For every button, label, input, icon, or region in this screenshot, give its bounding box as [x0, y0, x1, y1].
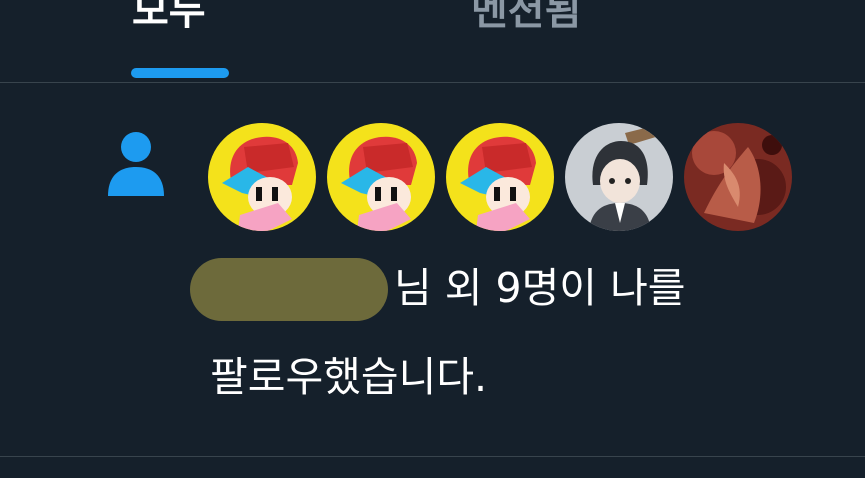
follower-avatar[interactable] — [565, 123, 673, 231]
tab-mentions[interactable]: 멘션됨 — [471, 0, 581, 36]
follower-avatar[interactable] — [208, 123, 316, 231]
redacted-username — [190, 258, 388, 321]
follower-avatar[interactable] — [446, 123, 554, 231]
follower-avatar[interactable] — [327, 123, 435, 231]
active-tab-indicator — [131, 68, 229, 78]
notification-text-line2: 팔로우했습니다. — [210, 353, 488, 401]
follower-avatar[interactable] — [684, 123, 792, 231]
tab-all[interactable]: 모두 — [132, 0, 206, 36]
notification-tabs: 모두 멘션됨 — [0, 0, 865, 83]
notification-text-line1: 님 외 9명이 나를 — [394, 264, 686, 312]
person-icon — [106, 130, 166, 196]
follow-notification[interactable]: 님 외 9명이 나를 팔로우했습니다. — [0, 83, 865, 457]
